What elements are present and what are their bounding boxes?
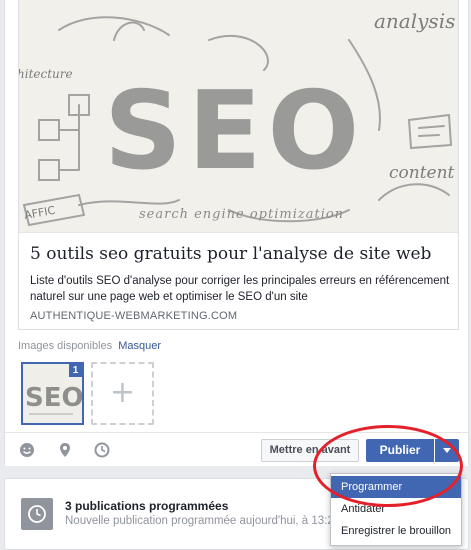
add-image-button[interactable]: + <box>91 362 154 425</box>
hide-images-link[interactable]: Masquer <box>118 340 161 352</box>
publish-options-button[interactable] <box>435 439 459 462</box>
architecture-image-word: hitecture <box>19 67 73 81</box>
content-image-word: content <box>389 163 455 183</box>
seo-image-word: SEO <box>104 69 365 194</box>
boost-post-button[interactable]: Mettre en avant <box>261 439 359 462</box>
available-images-row: Images disponibles Masquer <box>18 340 161 352</box>
link-title[interactable]: 5 outils seo gratuits pour l'analyse de … <box>30 244 431 264</box>
seo-sketch-illustration: SEO analysis content hitecture AFFIC sea… <box>19 0 458 232</box>
available-images-label: Images disponibles <box>18 340 113 352</box>
publish-button[interactable]: Publier <box>366 439 434 462</box>
publish-options-menu: Programmer Antidater Enregistrer le brou… <box>330 473 462 546</box>
link-preview-image[interactable]: SEO analysis content hitecture AFFIC sea… <box>19 0 458 233</box>
scheduled-posts-subtitle: Nouvelle publication programmée aujourd'… <box>65 515 341 527</box>
link-description: Liste d'outils SEO d'analyse pour corrig… <box>30 275 450 303</box>
link-domain: AUTHENTIQUE-WEBMARKETING.COM <box>30 310 238 322</box>
thumbnail-word: SEO <box>25 383 82 413</box>
selection-count-badge: 1 <box>69 364 82 377</box>
selected-image-thumbnail[interactable]: SEO 1 <box>21 362 84 425</box>
menu-item-backdate[interactable]: Antidater <box>331 498 461 520</box>
composer-toolbar: Mettre en avant Publier <box>5 432 468 466</box>
post-composer: SEO analysis content hitecture AFFIC sea… <box>4 0 469 466</box>
link-preview-card[interactable]: SEO analysis content hitecture AFFIC sea… <box>18 0 459 330</box>
scheduled-posts-title[interactable]: 3 publications programmées <box>65 499 228 513</box>
emoji-icon[interactable] <box>19 442 35 458</box>
tagline-image-word: search engine optimization <box>139 207 344 222</box>
scheduled-clock-icon <box>21 498 53 530</box>
location-pin-icon[interactable] <box>57 442 73 458</box>
analysis-image-word: analysis <box>374 9 455 33</box>
chevron-down-icon <box>443 448 451 453</box>
menu-item-schedule[interactable]: Programmer <box>331 476 461 498</box>
menu-item-save-draft[interactable]: Enregistrer le brouillon <box>331 520 461 542</box>
clock-icon[interactable] <box>94 442 110 458</box>
